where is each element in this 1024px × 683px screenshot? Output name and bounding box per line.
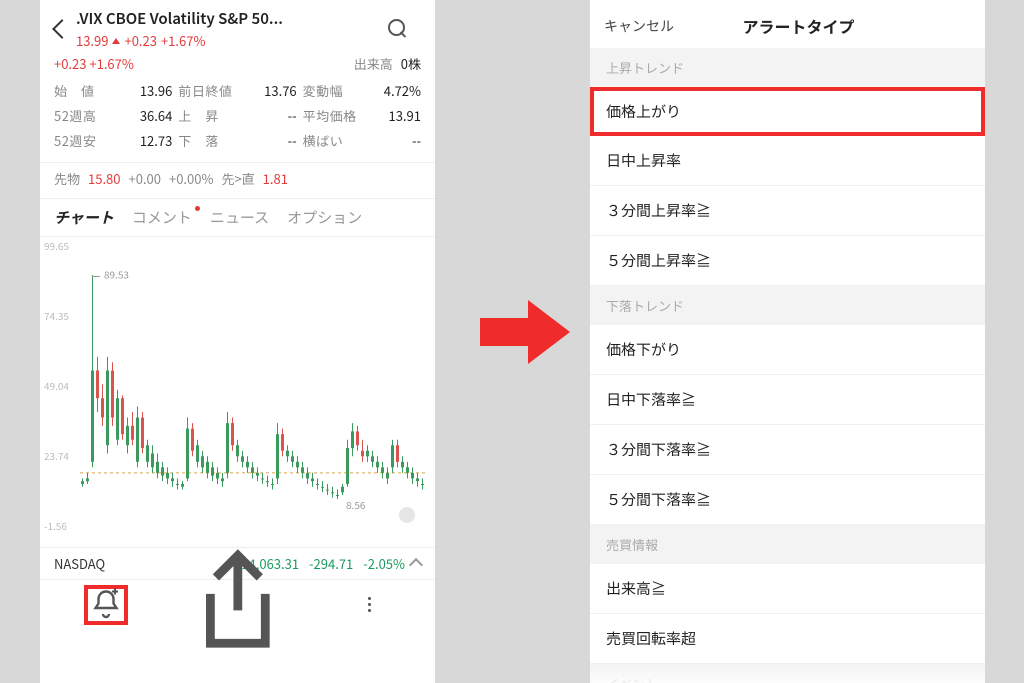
alert-option[interactable]: ５分間下落率≧	[590, 475, 985, 525]
fade-overlay	[590, 663, 985, 683]
svg-text:74.35: 74.35	[44, 308, 69, 323]
volume-label: 出来高	[354, 54, 393, 73]
futures-gap-label: 先>直	[221, 169, 254, 188]
svg-text:99.65: 99.65	[44, 238, 69, 253]
svg-text:-1.56: -1.56	[44, 518, 67, 533]
futures-pct: +0.00%	[169, 169, 213, 188]
hi52-label: 52週高	[54, 106, 96, 125]
alert-option[interactable]: 価格下がり	[590, 325, 985, 375]
index-delta: -294.71	[309, 554, 353, 573]
volume-value: 0株	[401, 54, 421, 73]
stock-detail-screen: .VIX CBOE Volatility S&P 50... 13.99 +0.…	[40, 0, 435, 683]
notification-dot-icon	[195, 206, 200, 211]
change-pct: +1.67%	[161, 31, 205, 50]
svg-text:89.53: 89.53	[104, 266, 129, 281]
futures-gap-value: 1.81	[263, 169, 288, 188]
prev-close-value: 13.76	[264, 81, 296, 100]
alert-option[interactable]: 価格上がり	[590, 87, 985, 136]
flat-value: --	[412, 131, 421, 150]
last-price: 13.99	[76, 31, 108, 50]
change-abs: +0.23	[124, 31, 156, 50]
open-value: 13.96	[140, 81, 172, 100]
up-value: --	[288, 106, 297, 125]
more-vertical-icon	[368, 597, 371, 612]
section-header: 売買情報	[590, 525, 985, 564]
price-subtitle: 13.99 +0.23 +1.67%	[76, 31, 379, 50]
lo52-value: 12.73	[140, 131, 172, 150]
down-value: --	[288, 131, 297, 150]
stats-grid: 始 値 13.96 前日終値 13.76 変動幅 4.72% 52週高 36.64 上 …	[40, 79, 435, 162]
tab-options[interactable]: オプション	[287, 207, 362, 228]
index-pct: -2.05%	[363, 554, 405, 573]
svg-text:23.74: 23.74	[44, 448, 69, 463]
symbol-title: .VIX CBOE Volatility S&P 50...	[76, 8, 379, 29]
title-block: .VIX CBOE Volatility S&P 50... 13.99 +0.…	[76, 8, 379, 50]
open-label: 始 値	[54, 81, 95, 100]
screen-title: アラートタイプ	[626, 14, 971, 38]
lo52-label: 52週安	[54, 131, 96, 150]
svg-text:8.56: 8.56	[346, 497, 366, 512]
futures-row: 先物 15.80 +0.00 +0.00% 先>直 1.81	[40, 162, 435, 198]
back-icon[interactable]	[52, 17, 66, 41]
alert-type-screen: キャンセル アラートタイプ 上昇トレンド価格上がり日中上昇率３分間上昇率≧５分間…	[590, 0, 985, 683]
range-label: 変動幅	[303, 81, 344, 100]
chevron-up-icon	[409, 558, 423, 572]
alert-option[interactable]: 日中下落率≧	[590, 375, 985, 425]
section-header: 上昇トレンド	[590, 48, 985, 87]
change-line: +0.23 +1.67%	[54, 54, 354, 73]
prev-close-label: 前日終値	[178, 81, 232, 100]
search-icon[interactable]	[387, 18, 409, 40]
more-button[interactable]	[303, 580, 435, 629]
tab-comments[interactable]: コメント	[132, 207, 192, 228]
alert-option[interactable]: ５分間上昇率≧	[590, 236, 985, 286]
price-chart[interactable]: -1.56 23.74 49.04 74.35 99.65 89.53 8.56	[40, 237, 435, 547]
futures-label: 先物	[54, 169, 80, 188]
svg-text:49.04: 49.04	[44, 378, 69, 393]
detail-tabs: チャート コメント ニュース オプション	[40, 198, 435, 237]
alert-button[interactable]	[40, 580, 172, 629]
alert-option[interactable]: 売買回転率超	[590, 614, 985, 664]
range-value: 4.72%	[384, 81, 421, 100]
futures-change: +0.00	[129, 169, 161, 188]
down-label: 下 落	[178, 131, 219, 150]
alert-option[interactable]: 日中上昇率	[590, 136, 985, 186]
section-header: 下落トレンド	[590, 286, 985, 325]
futures-price: 15.80	[88, 169, 120, 188]
alert-option[interactable]: ３分間下落率≧	[590, 425, 985, 475]
avg-value: 13.91	[389, 106, 421, 125]
up-arrow-icon	[112, 38, 120, 44]
alert-option[interactable]: ３分間上昇率≧	[590, 186, 985, 236]
up-label: 上 昇	[178, 106, 219, 125]
tab-chart[interactable]: チャート	[54, 207, 114, 228]
flow-arrow	[480, 300, 570, 364]
alert-option[interactable]: 出来高≧	[590, 564, 985, 614]
bottom-toolbar	[40, 579, 435, 629]
hi52-value: 36.64	[140, 106, 172, 125]
avg-label: 平均価格	[303, 106, 357, 125]
tab-news[interactable]: ニュース	[210, 207, 269, 228]
flat-label: 横ばい	[303, 131, 344, 150]
share-button[interactable]	[172, 580, 304, 629]
